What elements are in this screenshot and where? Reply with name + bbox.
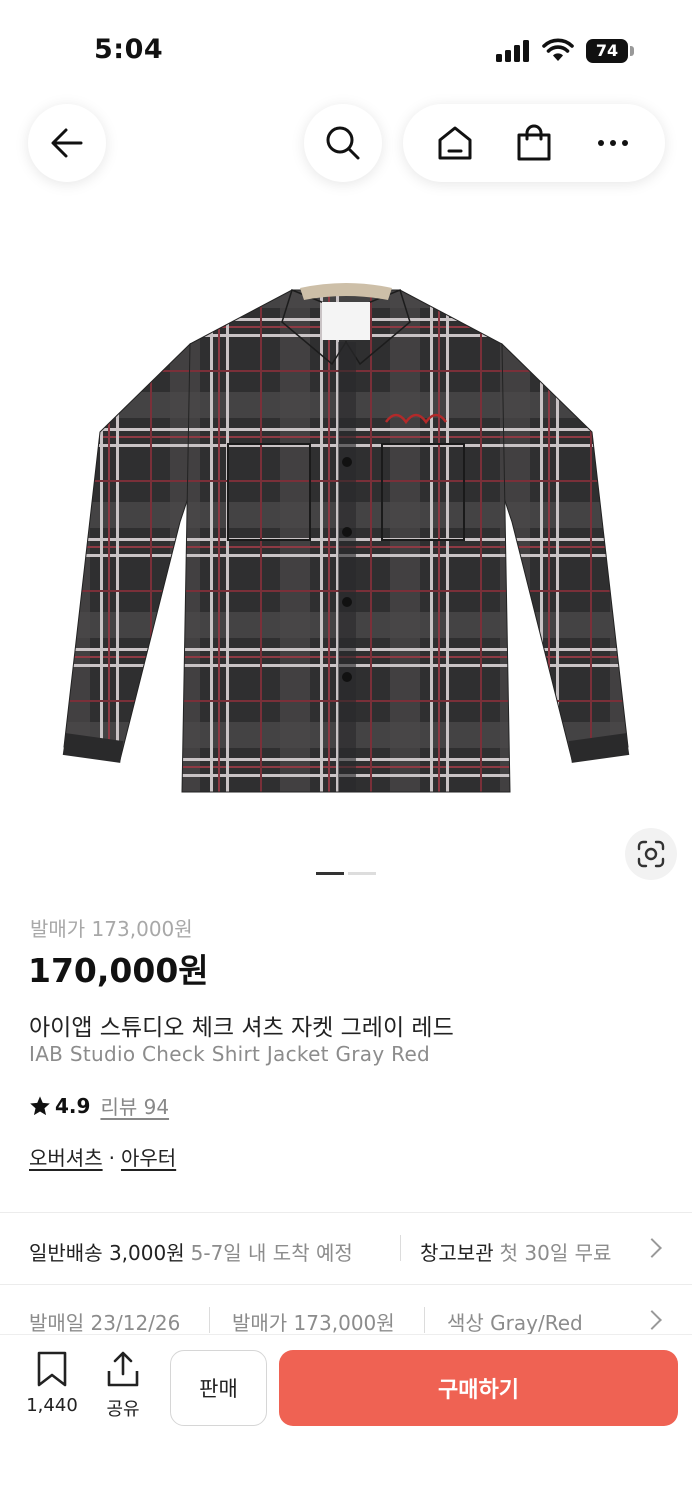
- standard-shipping-label: 일반배송 3,000원: [29, 1241, 185, 1265]
- shopping-bag-icon: [517, 124, 551, 161]
- buy-button[interactable]: 구매하기: [279, 1350, 678, 1426]
- standard-shipping: 일반배송 3,000원 5-7일 내 도착 예정: [29, 1237, 353, 1266]
- shipping-row[interactable]: 일반배송 3,000원 5-7일 내 도착 예정 창고보관 첫 30일 무료: [0, 1213, 692, 1283]
- chevron-right-icon: [642, 1238, 662, 1258]
- standard-shipping-eta: 5-7일 내 도착 예정: [190, 1241, 353, 1265]
- category-breadcrumb: 오버셔츠 · 아우터: [29, 1142, 176, 1171]
- release-price: 발매가 173,000원: [30, 917, 193, 941]
- detail-release-price: 발매가 173,000원: [232, 1311, 395, 1335]
- status-bar: 5:04 74: [0, 0, 692, 100]
- product-name-korean: 아이앱 스튜디오 체크 셔츠 자켓 그레이 레드: [29, 1015, 454, 1041]
- detail-color: 색상 Gray/Red: [447, 1311, 583, 1335]
- bookmark-count: 1,440: [26, 1395, 78, 1416]
- warehouse-storage: 창고보관 첫 30일 무료: [420, 1237, 611, 1266]
- shopping-bag-button[interactable]: [504, 113, 564, 173]
- chevron-right-icon: [642, 1310, 662, 1330]
- back-button[interactable]: [28, 104, 106, 182]
- vertical-separator: [209, 1307, 210, 1333]
- rating-row: 4.9 리뷰 94: [29, 1091, 169, 1120]
- battery-indicator: 74: [586, 39, 628, 63]
- star-icon: [30, 1095, 50, 1115]
- search-button[interactable]: [304, 104, 382, 182]
- bookmark-button[interactable]: 1,440: [22, 1351, 82, 1416]
- home-icon: [438, 126, 472, 160]
- rating-score: 4.9: [55, 1093, 91, 1118]
- more-horizontal-icon: [598, 140, 629, 146]
- share-button[interactable]: 공유: [93, 1351, 153, 1421]
- carousel-indicator: [316, 872, 376, 876]
- current-price: 170,000원: [28, 951, 209, 990]
- status-time: 5:04: [94, 34, 164, 65]
- share-label: 공유: [106, 1399, 140, 1420]
- bookmark-icon: [37, 1351, 67, 1387]
- carousel-dot: [348, 872, 376, 875]
- reviews-link[interactable]: 리뷰 94: [100, 1091, 169, 1120]
- home-button[interactable]: [425, 113, 485, 173]
- storage-note: 첫 30일 무료: [499, 1241, 612, 1265]
- image-search-button[interactable]: [625, 828, 677, 880]
- battery-tip: [630, 46, 634, 56]
- share-icon: [107, 1351, 139, 1387]
- product-details-row[interactable]: 발매일 23/12/26 발매가 173,000원 색상 Gray/Red: [0, 1285, 692, 1335]
- category-link-outer[interactable]: 아우터: [121, 1146, 176, 1170]
- product-image[interactable]: [60, 282, 632, 812]
- storage-label: 창고보관: [420, 1241, 494, 1265]
- nav-action-group: [403, 104, 665, 182]
- lens-scan-icon: [637, 840, 665, 868]
- search-icon: [326, 126, 360, 160]
- carousel-dot-active: [316, 872, 344, 875]
- vertical-separator: [424, 1307, 425, 1333]
- product-name-english: IAB Studio Check Shirt Jacket Gray Red: [29, 1042, 431, 1066]
- vertical-separator: [400, 1235, 401, 1261]
- release-date: 발매일 23/12/26: [29, 1311, 181, 1335]
- more-button[interactable]: [583, 113, 643, 173]
- wifi-icon: [542, 38, 574, 61]
- cellular-signal-icon: [496, 40, 529, 62]
- sell-button[interactable]: 판매: [170, 1350, 267, 1426]
- category-separator: ·: [108, 1146, 115, 1170]
- category-link-overshirt[interactable]: 오버셔츠: [29, 1146, 103, 1170]
- arrow-left-icon: [51, 128, 83, 158]
- bottom-action-bar: 1,440 공유 판매 구매하기: [0, 1334, 692, 1500]
